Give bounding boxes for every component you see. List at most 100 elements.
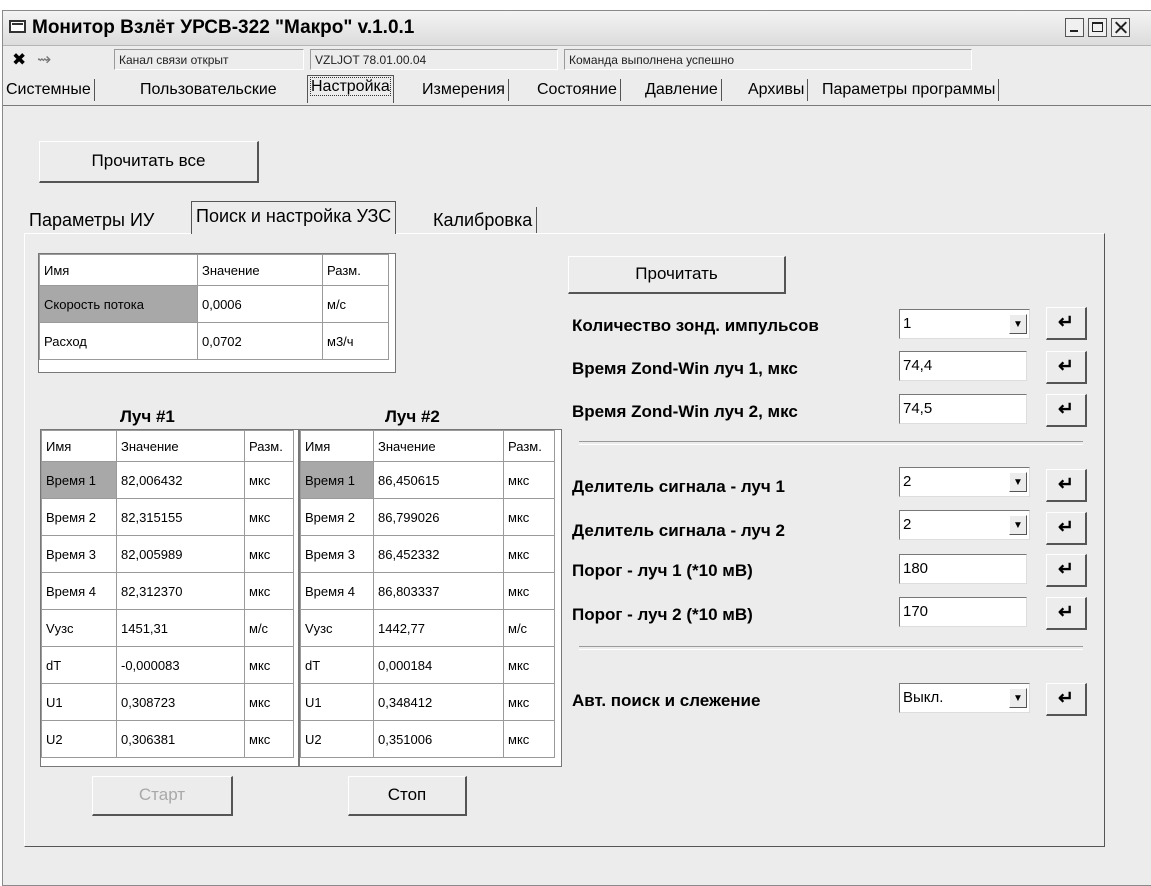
table-row[interactable]: Скорость потока 0,0006 м/с (39, 285, 389, 323)
apply-threshold-2-button[interactable]: ↵ (1046, 597, 1087, 630)
connect-plug-icon[interactable]: ✖ (12, 51, 26, 69)
table-cell[interactable]: dT (41, 646, 117, 684)
table-cell[interactable]: Время 4 (300, 572, 374, 610)
stop-button[interactable]: Стоп (348, 776, 467, 816)
table-row[interactable]: dT 0,000184 мкс (300, 646, 555, 684)
table-cell[interactable]: мкс (244, 683, 294, 721)
table-cell[interactable]: 0,0006 (197, 285, 323, 323)
table-row[interactable]: U1 0,348412 мкс (300, 683, 555, 721)
link-icon[interactable]: ⇝ (37, 51, 51, 69)
table-row[interactable]: Время 1 82,006432 мкс (41, 461, 294, 499)
tab-program-params[interactable]: Параметры программы (819, 79, 1000, 101)
table-cell[interactable]: мкс (503, 572, 555, 610)
table-cell[interactable]: U1 (41, 683, 117, 721)
table-cell[interactable]: мкс (503, 461, 555, 499)
table-cell[interactable]: 86,452332 (373, 535, 504, 573)
table-cell[interactable]: м/с (322, 285, 389, 323)
table-cell[interactable]: м/с (244, 609, 294, 647)
table-cell[interactable]: м/с (503, 609, 555, 647)
auto-search-select[interactable]: Выкл. ▼ (899, 683, 1030, 713)
table-cell[interactable]: Скорость потока (39, 285, 198, 323)
apply-zond-win-2-button[interactable]: ↵ (1046, 394, 1087, 427)
apply-auto-search-button[interactable]: ↵ (1046, 683, 1087, 716)
table-cell[interactable]: мкс (244, 498, 294, 536)
table-cell[interactable]: мкс (244, 535, 294, 573)
tab-archives[interactable]: Архивы (745, 79, 809, 101)
table-row[interactable]: U2 0,306381 мкс (41, 720, 294, 758)
threshold-1-input[interactable]: 180 (899, 554, 1027, 584)
table-cell[interactable]: 82,006432 (116, 461, 245, 499)
table-cell[interactable]: Vузс (41, 609, 117, 647)
table-cell[interactable]: dT (300, 646, 374, 684)
table-cell[interactable]: U2 (41, 720, 117, 758)
app-icon[interactable] (9, 20, 26, 33)
table-cell[interactable]: -0,000083 (116, 646, 245, 684)
table-row[interactable]: Время 4 82,312370 мкс (41, 572, 294, 610)
minimize-button[interactable] (1065, 18, 1084, 37)
tab-state[interactable]: Состояние (534, 79, 621, 101)
chevron-down-icon[interactable]: ▼ (1009, 472, 1027, 492)
chevron-down-icon[interactable]: ▼ (1009, 515, 1027, 535)
table-cell[interactable]: мкс (244, 461, 294, 499)
threshold-2-input[interactable]: 170 (899, 597, 1027, 627)
table-cell[interactable]: мкс (503, 535, 555, 573)
table-row[interactable]: Время 2 82,315155 мкс (41, 498, 294, 536)
table-cell[interactable]: 1442,77 (373, 609, 504, 647)
tab-measurements[interactable]: Измерения (419, 79, 509, 101)
table-cell[interactable]: 86,803337 (373, 572, 504, 610)
table-cell[interactable]: Время 2 (300, 498, 374, 536)
table-row[interactable]: Время 3 86,452332 мкс (300, 535, 555, 573)
read-all-button[interactable]: Прочитать все (39, 141, 259, 183)
table-cell[interactable]: Время 2 (41, 498, 117, 536)
table-row[interactable]: Время 3 82,005989 мкс (41, 535, 294, 573)
table-row[interactable]: Расход 0,0702 м3/ч (39, 322, 389, 360)
table-cell[interactable]: мкс (503, 646, 555, 684)
table-row[interactable]: Время 2 86,799026 мкс (300, 498, 555, 536)
apply-divider-1-button[interactable]: ↵ (1046, 469, 1087, 502)
table-row[interactable]: U2 0,351006 мкс (300, 720, 555, 758)
divider-2-select[interactable]: 2 ▼ (899, 510, 1030, 540)
table-cell[interactable]: мкс (244, 646, 294, 684)
table-cell[interactable]: 0,0702 (197, 322, 323, 360)
table-cell[interactable]: мкс (503, 683, 555, 721)
table-cell[interactable]: 86,450615 (373, 461, 504, 499)
tab-calibration[interactable]: Калибровка (429, 207, 538, 233)
table-cell[interactable]: Время 3 (41, 535, 117, 573)
table-cell[interactable]: Расход (39, 322, 198, 360)
table-cell[interactable]: 82,315155 (116, 498, 245, 536)
table-cell[interactable]: 0,308723 (116, 683, 245, 721)
table-cell[interactable]: U1 (300, 683, 374, 721)
table-row[interactable]: Время 4 86,803337 мкс (300, 572, 555, 610)
table-cell[interactable]: Время 1 (300, 461, 374, 499)
table-row[interactable]: Vузс 1442,77 м/с (300, 609, 555, 647)
table-cell[interactable]: Время 4 (41, 572, 117, 610)
table-row[interactable]: U1 0,308723 мкс (41, 683, 294, 721)
table-cell[interactable]: U2 (300, 720, 374, 758)
table-cell[interactable]: 0,306381 (116, 720, 245, 758)
table-cell[interactable]: 0,351006 (373, 720, 504, 758)
table-cell[interactable]: 82,005989 (116, 535, 245, 573)
table-cell[interactable]: 82,312370 (116, 572, 245, 610)
table-cell[interactable]: Время 3 (300, 535, 374, 573)
zond-win-2-input[interactable]: 74,5 (899, 394, 1027, 424)
table-row[interactable]: Время 1 86,450615 мкс (300, 461, 555, 499)
chevron-down-icon[interactable]: ▼ (1009, 314, 1027, 334)
divider-1-select[interactable]: 2 ▼ (899, 467, 1030, 497)
table-cell[interactable]: 0,000184 (373, 646, 504, 684)
table-cell[interactable]: мкс (244, 720, 294, 758)
start-button[interactable]: Старт (92, 776, 233, 816)
apply-zond-win-1-button[interactable]: ↵ (1046, 351, 1087, 384)
tab-uzs-search[interactable]: Поиск и настройка УЗС (191, 201, 397, 234)
tab-pressure[interactable]: Давление (642, 79, 722, 101)
chevron-down-icon[interactable]: ▼ (1009, 688, 1027, 708)
tab-iu-params[interactable]: Параметры ИУ (25, 207, 158, 233)
table-cell[interactable]: мкс (503, 498, 555, 536)
table-cell[interactable]: мкс (503, 720, 555, 758)
table-row[interactable]: dT -0,000083 мкс (41, 646, 294, 684)
zond-win-1-input[interactable]: 74,4 (899, 351, 1027, 381)
table-cell[interactable]: м3/ч (322, 322, 389, 360)
tab-user[interactable]: Пользовательские (137, 79, 280, 101)
table-cell[interactable]: 0,348412 (373, 683, 504, 721)
table-cell[interactable]: Vузс (300, 609, 374, 647)
maximize-button[interactable] (1088, 18, 1107, 37)
